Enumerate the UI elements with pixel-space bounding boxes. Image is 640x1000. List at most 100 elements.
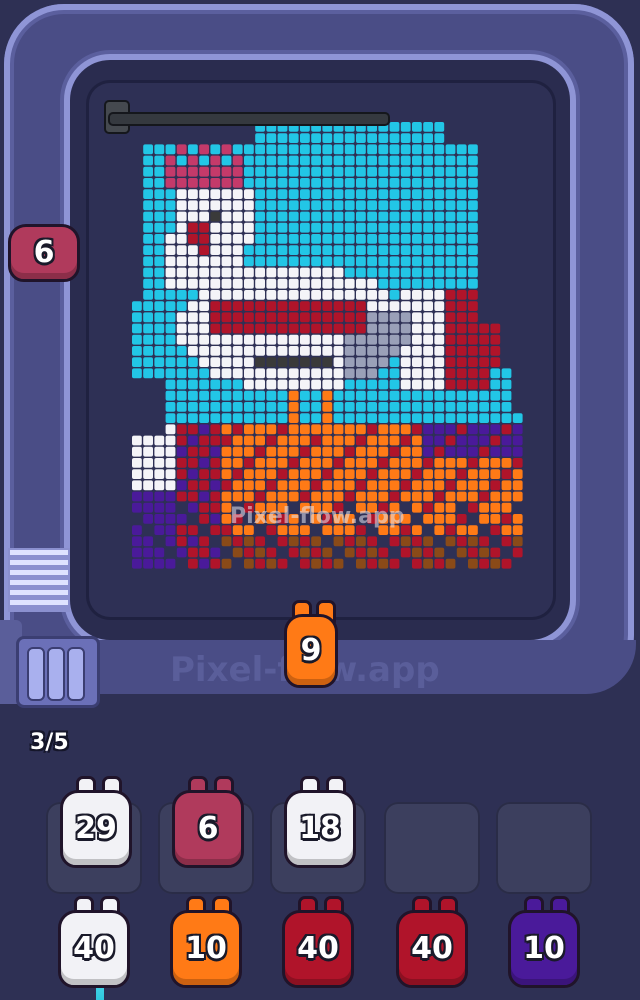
pixel-block — [434, 390, 445, 401]
pixel-block — [266, 446, 277, 457]
pixel-block — [512, 514, 523, 524]
pixel-block — [423, 469, 433, 479]
pixel-block — [188, 155, 198, 166]
pixel-block — [188, 334, 198, 345]
pixel-block — [244, 480, 254, 491]
pixel-block — [356, 166, 366, 177]
pixel-block — [244, 189, 254, 199]
pixel-block — [468, 312, 478, 323]
reserve-shooter[interactable]: 40 — [52, 894, 136, 994]
pixel-block — [468, 368, 478, 379]
pixel-block — [333, 469, 344, 479]
pixel-block — [423, 178, 433, 188]
pixel-block — [423, 267, 433, 278]
pixel-block — [412, 469, 422, 479]
pixel-block — [344, 379, 355, 390]
reserve-shooter[interactable]: 10 — [164, 894, 248, 994]
pixel-block — [132, 312, 142, 323]
pixel-block — [300, 379, 310, 390]
pixel-block — [165, 155, 176, 166]
pixel-block — [255, 267, 265, 278]
pixel-block — [266, 547, 277, 558]
pixel-block — [423, 413, 433, 423]
pixel-block — [132, 301, 142, 311]
pixel-block — [277, 155, 288, 166]
pixel-block — [188, 480, 198, 491]
reserve-shooter[interactable]: 40 — [276, 894, 360, 994]
queue-slot[interactable] — [496, 802, 592, 894]
pixel-block — [356, 144, 366, 155]
pixel-block — [445, 346, 456, 356]
pixel-block — [176, 390, 187, 401]
queue-slot[interactable] — [384, 802, 480, 894]
pixel-block — [356, 491, 366, 502]
pixel-block — [176, 547, 187, 558]
pixel-block — [344, 357, 355, 367]
pixel-block — [199, 290, 209, 300]
pixel-block — [378, 155, 389, 166]
queue-shooter[interactable]: 18 — [278, 774, 362, 874]
pixel-block — [221, 211, 232, 222]
pixel-block — [154, 502, 165, 513]
queue-shooter[interactable]: 6 — [166, 774, 250, 874]
pixel-block — [311, 301, 321, 311]
pixel-block — [221, 222, 232, 233]
pixel-block — [288, 469, 299, 479]
pixel-block — [445, 480, 456, 491]
pixel-block — [344, 290, 355, 300]
reserve-shooter[interactable]: 10 — [502, 894, 586, 994]
pixel-block — [322, 312, 333, 323]
pixel-block — [176, 200, 187, 211]
pixel-block — [154, 301, 165, 311]
pixel-block — [367, 357, 377, 367]
pixel-block — [288, 424, 299, 435]
pixel-block — [143, 211, 153, 222]
pixel-block — [468, 234, 478, 244]
pixel-block — [412, 413, 422, 423]
pixel-block — [479, 491, 489, 502]
pixel-block — [389, 402, 400, 412]
pixel-block — [322, 301, 333, 311]
pixel-block — [423, 458, 433, 468]
queue-shooter[interactable]: 29 — [54, 774, 138, 874]
pixel-block — [311, 379, 321, 390]
pixel-block — [165, 491, 176, 502]
reserve-shooter-value: 40 — [297, 930, 339, 966]
pixel-block — [333, 234, 344, 244]
pixel-block — [512, 413, 523, 423]
track-shooter[interactable]: 6 — [2, 208, 86, 288]
pixel-block — [300, 480, 310, 491]
pixel-block — [378, 379, 389, 390]
pixel-block — [288, 245, 299, 255]
pixel-block — [400, 402, 411, 412]
pixel-block — [389, 211, 400, 222]
pixel-block — [255, 312, 265, 323]
pixel-block — [300, 390, 310, 401]
pixel-board[interactable] — [86, 80, 556, 620]
pixel-block — [210, 189, 221, 199]
pixel-block — [367, 290, 377, 300]
pixel-block — [221, 413, 232, 423]
pixel-block — [389, 368, 400, 379]
pixel-block — [468, 155, 478, 166]
pixel-block — [221, 256, 232, 267]
reserve-shooter-value: 40 — [73, 930, 115, 966]
pixel-block — [176, 402, 187, 412]
pixel-block — [378, 211, 389, 222]
pixel-block — [468, 323, 478, 334]
pixel-art-rooster[interactable] — [86, 80, 556, 620]
pixel-block — [344, 323, 355, 334]
pixel-block — [412, 525, 422, 535]
reserve-shooter[interactable]: 40 — [390, 894, 474, 994]
pixel-block — [311, 435, 321, 446]
pixel-block — [333, 558, 344, 569]
pixel-block — [255, 323, 265, 334]
pixel-block — [434, 514, 445, 524]
pixel-block — [445, 491, 456, 502]
pixel-block — [232, 547, 243, 558]
pixel-block — [356, 469, 366, 479]
pixel-block — [445, 323, 456, 334]
pixel-block — [344, 211, 355, 222]
pixel-block — [288, 133, 299, 143]
active-shooter[interactable]: 9 — [278, 598, 344, 694]
